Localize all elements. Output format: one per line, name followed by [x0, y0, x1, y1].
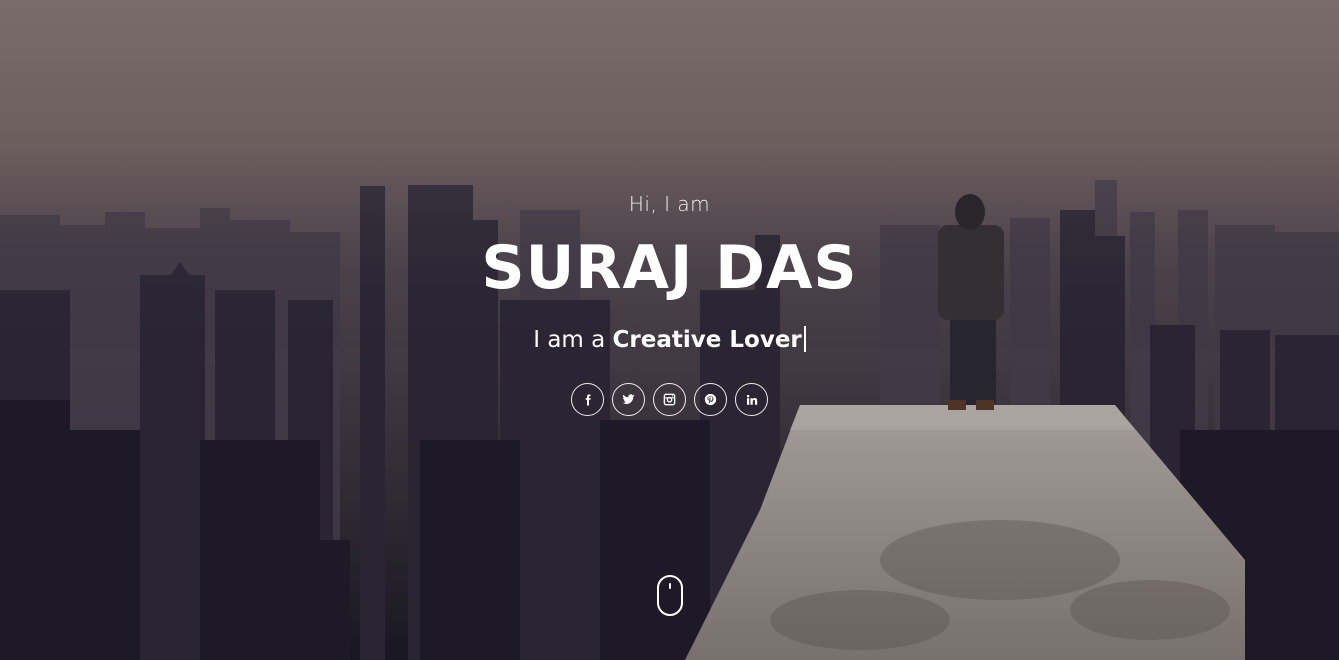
twitter-link[interactable] [612, 383, 645, 416]
mouse-scroll-icon [669, 583, 671, 589]
pinterest-link[interactable] [694, 383, 727, 416]
linkedin-link[interactable] [735, 383, 768, 416]
hero-name: SURAJ DAS [481, 233, 858, 303]
tagline-prefix: I am a [533, 327, 606, 353]
tagline: I am a Creative Lover [0, 326, 1339, 353]
typed-role-text: Creative Lover [612, 327, 802, 353]
hero-section: Hi, I am SURAJ DAS I am a Creative Lover [0, 0, 1339, 660]
scroll-down-indicator[interactable] [657, 575, 683, 616]
facebook-link[interactable] [571, 383, 604, 416]
instagram-icon [663, 393, 676, 406]
social-links [0, 383, 1339, 416]
greeting-text: Hi, I am [628, 192, 711, 216]
instagram-link[interactable] [653, 383, 686, 416]
linkedin-icon [746, 394, 757, 405]
pinterest-icon [704, 393, 717, 406]
typing-cursor [803, 326, 806, 352]
twitter-icon [622, 394, 635, 404]
facebook-icon [585, 394, 591, 405]
